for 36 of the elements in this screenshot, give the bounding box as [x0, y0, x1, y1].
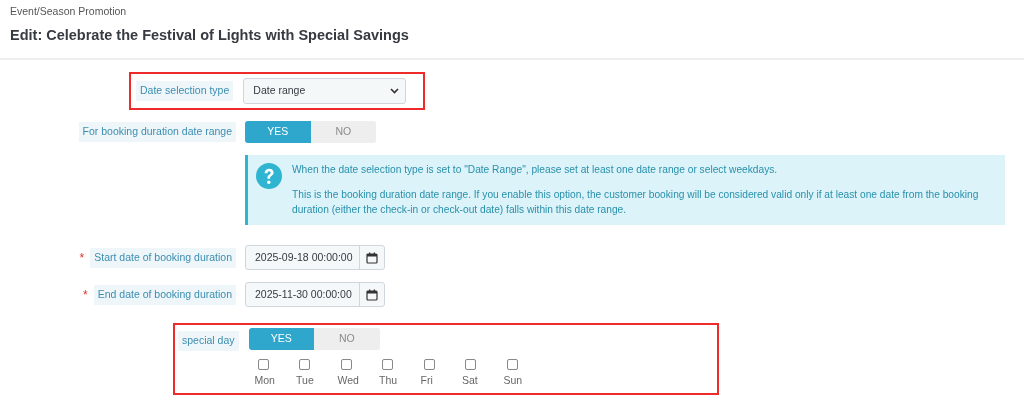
- toggle-switch[interactable]: YES NO: [248, 328, 380, 351]
- checkbox-label: Sat: [462, 373, 478, 389]
- checkbox-label: Sun: [503, 373, 523, 389]
- checkbox-label: Tue: [296, 373, 314, 389]
- toggle-option-selected[interactable]: YES: [245, 121, 311, 143]
- breadcrumb: Event/Season Promotion: [10, 4, 128, 19]
- field-label: For booking duration date range: [78, 122, 236, 142]
- checkbox[interactable]: [299, 359, 311, 371]
- checkbox[interactable]: [423, 359, 435, 371]
- date-field[interactable]: 2025-11-30 00:00:00: [245, 282, 385, 308]
- checkbox-label: Thu: [379, 373, 398, 389]
- page-title: Edit: Celebrate the Festival of Lights with Special Savings: [10, 25, 410, 45]
- required-mark: *: [79, 249, 85, 267]
- help-icon: [256, 163, 282, 189]
- checkbox[interactable]: [382, 359, 394, 371]
- field-label: Start date of booking duration: [90, 247, 236, 268]
- checkbox[interactable]: [257, 359, 269, 371]
- toggle-option-selected[interactable]: YES: [248, 328, 315, 351]
- calendar-icon[interactable]: [366, 251, 378, 264]
- checkbox[interactable]: [506, 359, 518, 371]
- checkbox-label: Wed: [337, 373, 359, 389]
- field-label: Date selection type: [136, 81, 234, 101]
- select-field[interactable]: Date range: [243, 78, 407, 104]
- checkbox[interactable]: [465, 359, 477, 371]
- date-field[interactable]: 2025-09-18 00:00:00: [245, 245, 385, 271]
- calendar-icon[interactable]: [366, 288, 378, 301]
- required-mark: *: [83, 286, 88, 304]
- field-label: End date of booking duration: [93, 284, 236, 305]
- checkbox-label: Fri: [420, 373, 433, 389]
- alert-text: This is the booking duration date range. If you enable this option, the customer booking will be considered valid only if at least one date from the booking duration (either the check-in or check-out date) falls within this date range.: [292, 187, 980, 217]
- alert-text: When the date selection type is set to "Date Range", please set at least one date range or select weekdays.: [292, 163, 779, 177]
- caret-icon: [390, 88, 400, 94]
- toggle-switch[interactable]: YES NO: [245, 121, 376, 143]
- checkbox[interactable]: [340, 359, 352, 371]
- checkbox-label: Mon: [254, 373, 275, 389]
- field-label: special day: [178, 331, 239, 352]
